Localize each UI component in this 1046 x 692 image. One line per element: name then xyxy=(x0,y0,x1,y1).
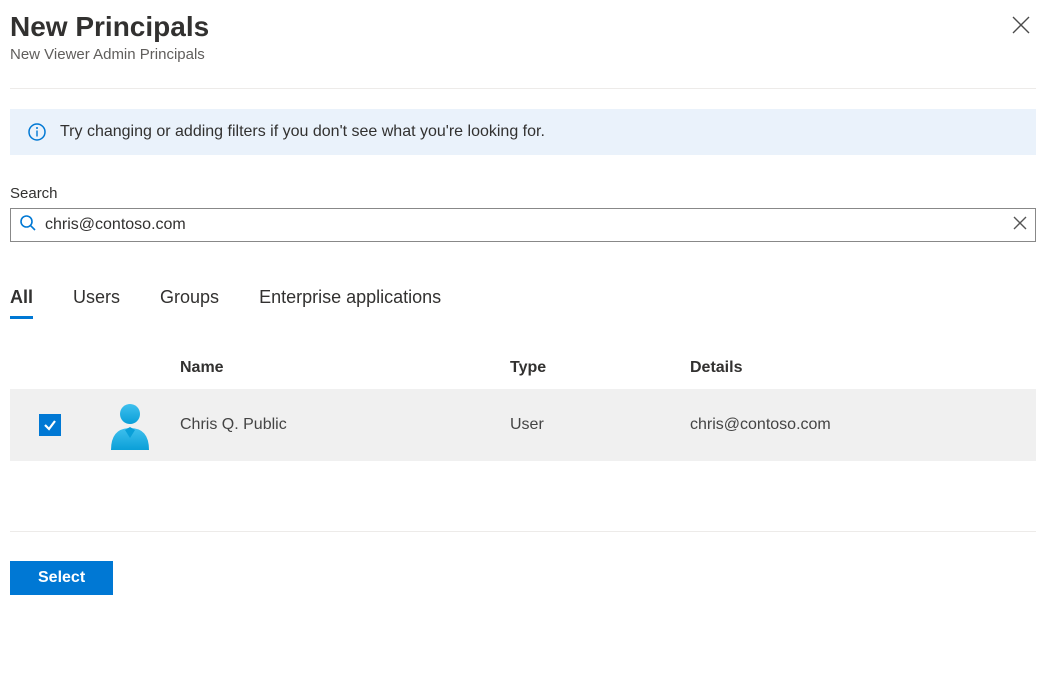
column-header-name[interactable]: Name xyxy=(180,359,510,377)
close-button[interactable] xyxy=(1006,10,1036,43)
select-button[interactable]: Select xyxy=(10,561,113,595)
row-checkbox[interactable] xyxy=(39,414,61,436)
user-avatar-icon xyxy=(105,400,155,450)
close-icon xyxy=(1013,216,1027,230)
results-table: Name Type Details xyxy=(10,359,1036,461)
row-name: Chris Q. Public xyxy=(180,416,510,434)
search-icon xyxy=(19,214,37,235)
tabs: All Users Groups Enterprise applications xyxy=(10,287,1036,319)
row-details: chris@contoso.com xyxy=(690,416,1026,434)
table-header-row: Name Type Details xyxy=(10,359,1036,389)
page-title: New Principals xyxy=(10,10,209,44)
info-bar-text: Try changing or adding filters if you do… xyxy=(60,123,545,141)
column-header-type[interactable]: Type xyxy=(510,359,690,377)
page-subtitle: New Viewer Admin Principals xyxy=(10,46,209,63)
tab-groups[interactable]: Groups xyxy=(160,287,219,319)
check-icon xyxy=(43,418,57,432)
column-header-details[interactable]: Details xyxy=(690,359,1026,377)
search-input[interactable] xyxy=(37,212,1013,238)
tab-enterprise-applications[interactable]: Enterprise applications xyxy=(259,287,441,319)
footer-divider xyxy=(10,531,1036,532)
search-box[interactable] xyxy=(10,208,1036,242)
table-row[interactable]: Chris Q. Public User chris@contoso.com xyxy=(10,389,1036,461)
clear-search-button[interactable] xyxy=(1013,216,1027,233)
search-label: Search xyxy=(10,185,1036,202)
tab-all[interactable]: All xyxy=(10,287,33,319)
close-icon xyxy=(1012,16,1030,34)
info-icon xyxy=(28,123,46,141)
info-bar: Try changing or adding filters if you do… xyxy=(10,109,1036,155)
divider xyxy=(10,88,1036,89)
row-type: User xyxy=(510,416,690,434)
tab-users[interactable]: Users xyxy=(73,287,120,319)
